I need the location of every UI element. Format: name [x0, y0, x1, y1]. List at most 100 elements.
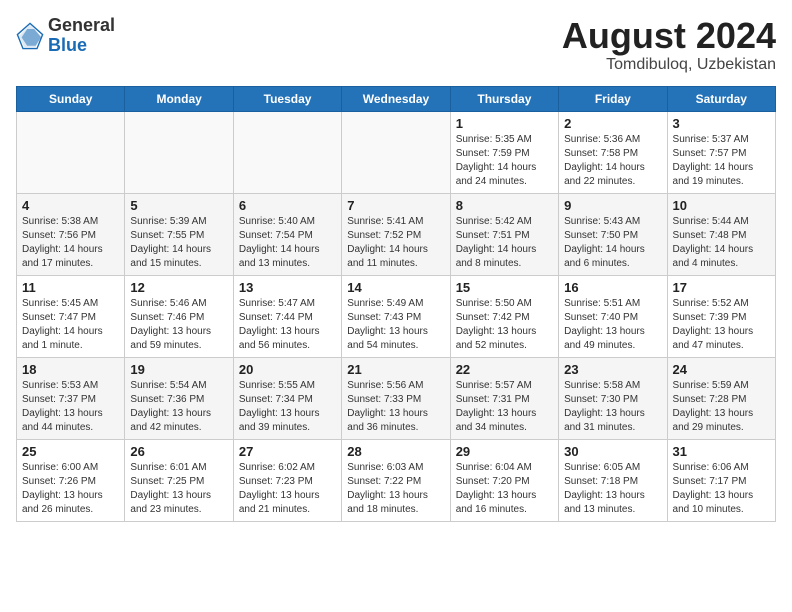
calendar-header-row: SundayMondayTuesdayWednesdayThursdayFrid… — [17, 86, 776, 111]
calendar-week-1: 1 Sunrise: 5:35 AM Sunset: 7:59 PM Daylig… — [17, 111, 776, 193]
logo-text: General Blue — [48, 16, 115, 56]
day-number: 6 — [239, 198, 336, 213]
day-number: 20 — [239, 362, 336, 377]
day-info: Sunrise: 5:55 AM Sunset: 7:34 PM Dayligh… — [239, 379, 336, 435]
calendar-cell: 19 Sunrise: 5:54 AM Sunset: 7:36 PM Dayli… — [125, 357, 233, 439]
calendar-header-thursday: Thursday — [450, 86, 558, 111]
day-number: 18 — [22, 362, 119, 377]
day-number: 25 — [22, 444, 119, 459]
calendar-cell: 18 Sunrise: 5:53 AM Sunset: 7:37 PM Dayli… — [17, 357, 125, 439]
logo: General Blue — [16, 16, 115, 56]
day-info: Sunrise: 5:37 AM Sunset: 7:57 PM Dayligh… — [673, 133, 770, 189]
day-info: Sunrise: 5:56 AM Sunset: 7:33 PM Dayligh… — [347, 379, 444, 435]
calendar-cell: 21Sunrise: 5:56 AM Sunset: 7:33 PM Dayli… — [342, 357, 450, 439]
calendar-cell: 28 Sunrise: 6:03 AM Sunset: 7:22 PM Dayli… — [342, 439, 450, 521]
day-number: 29 — [456, 444, 553, 459]
location-subtitle: Tomdibuloq, Uzbekistan — [562, 56, 776, 74]
day-info: Sunrise: 5:49 AM Sunset: 7:43 PM Dayligh… — [347, 297, 444, 353]
day-number: 9 — [564, 198, 661, 213]
calendar-week-3: 11 Sunrise: 5:45 AM Sunset: 7:47 PM Dayli… — [17, 275, 776, 357]
calendar-cell: 31Sunrise: 6:06 AM Sunset: 7:17 PM Dayli… — [667, 439, 775, 521]
page-header: General Blue August 2024 Tomdibuloq, Uzb… — [16, 16, 776, 74]
calendar-cell: 30 Sunrise: 6:05 AM Sunset: 7:18 PM Dayli… — [559, 439, 667, 521]
day-info: Sunrise: 5:38 AM Sunset: 7:56 PM Dayligh… — [22, 215, 119, 271]
day-number: 19 — [130, 362, 227, 377]
day-number: 5 — [130, 198, 227, 213]
calendar-week-4: 18 Sunrise: 5:53 AM Sunset: 7:37 PM Dayli… — [17, 357, 776, 439]
day-number: 15 — [456, 280, 553, 295]
calendar-cell: 11 Sunrise: 5:45 AM Sunset: 7:47 PM Dayli… — [17, 275, 125, 357]
day-number: 7 — [347, 198, 444, 213]
calendar-cell: 3 Sunrise: 5:37 AM Sunset: 7:57 PM Daylig… — [667, 111, 775, 193]
day-info: Sunrise: 5:59 AM Sunset: 7:28 PM Dayligh… — [673, 379, 770, 435]
calendar-header-tuesday: Tuesday — [233, 86, 341, 111]
calendar-week-2: 4 Sunrise: 5:38 AM Sunset: 7:56 PM Daylig… — [17, 193, 776, 275]
calendar-header-sunday: Sunday — [17, 86, 125, 111]
calendar-cell — [342, 111, 450, 193]
day-number: 28 — [347, 444, 444, 459]
day-info: Sunrise: 5:36 AM Sunset: 7:58 PM Dayligh… — [564, 133, 661, 189]
day-info: Sunrise: 5:46 AM Sunset: 7:46 PM Dayligh… — [130, 297, 227, 353]
calendar-cell: 14Sunrise: 5:49 AM Sunset: 7:43 PM Dayli… — [342, 275, 450, 357]
day-info: Sunrise: 5:54 AM Sunset: 7:36 PM Dayligh… — [130, 379, 227, 435]
day-number: 22 — [456, 362, 553, 377]
day-number: 3 — [673, 116, 770, 131]
day-info: Sunrise: 5:50 AM Sunset: 7:42 PM Dayligh… — [456, 297, 553, 353]
day-info: Sunrise: 5:39 AM Sunset: 7:55 PM Dayligh… — [130, 215, 227, 271]
day-number: 16 — [564, 280, 661, 295]
calendar-table: SundayMondayTuesdayWednesdayThursdayFrid… — [16, 86, 776, 522]
day-info: Sunrise: 5:52 AM Sunset: 7:39 PM Dayligh… — [673, 297, 770, 353]
day-info: Sunrise: 5:35 AM Sunset: 7:59 PM Dayligh… — [456, 133, 553, 189]
calendar-cell — [233, 111, 341, 193]
calendar-cell: 20 Sunrise: 5:55 AM Sunset: 7:34 PM Dayli… — [233, 357, 341, 439]
day-number: 11 — [22, 280, 119, 295]
day-number: 8 — [456, 198, 553, 213]
calendar-cell: 27 Sunrise: 6:02 AM Sunset: 7:23 PM Dayli… — [233, 439, 341, 521]
day-number: 2 — [564, 116, 661, 131]
day-number: 17 — [673, 280, 770, 295]
day-number: 4 — [22, 198, 119, 213]
logo-blue-text: Blue — [48, 36, 115, 56]
calendar-cell: 15 Sunrise: 5:50 AM Sunset: 7:42 PM Dayli… — [450, 275, 558, 357]
day-info: Sunrise: 6:02 AM Sunset: 7:23 PM Dayligh… — [239, 461, 336, 517]
calendar-header-wednesday: Wednesday — [342, 86, 450, 111]
calendar-cell: 5 Sunrise: 5:39 AM Sunset: 7:55 PM Daylig… — [125, 193, 233, 275]
day-number: 27 — [239, 444, 336, 459]
calendar-cell — [125, 111, 233, 193]
day-number: 10 — [673, 198, 770, 213]
day-number: 1 — [456, 116, 553, 131]
calendar-header-saturday: Saturday — [667, 86, 775, 111]
day-info: Sunrise: 6:00 AM Sunset: 7:26 PM Dayligh… — [22, 461, 119, 517]
calendar-cell: 2 Sunrise: 5:36 AM Sunset: 7:58 PM Daylig… — [559, 111, 667, 193]
calendar-cell: 29 Sunrise: 6:04 AM Sunset: 7:20 PM Dayli… — [450, 439, 558, 521]
month-year-title: August 2024 — [562, 16, 776, 56]
calendar-cell: 10Sunrise: 5:44 AM Sunset: 7:48 PM Dayli… — [667, 193, 775, 275]
calendar-cell: 1 Sunrise: 5:35 AM Sunset: 7:59 PM Daylig… — [450, 111, 558, 193]
title-block: August 2024 Tomdibuloq, Uzbekistan — [562, 16, 776, 74]
calendar-cell: 8 Sunrise: 5:42 AM Sunset: 7:51 PM Daylig… — [450, 193, 558, 275]
logo-general-text: General — [48, 16, 115, 36]
day-info: Sunrise: 6:05 AM Sunset: 7:18 PM Dayligh… — [564, 461, 661, 517]
day-info: Sunrise: 5:58 AM Sunset: 7:30 PM Dayligh… — [564, 379, 661, 435]
day-info: Sunrise: 6:03 AM Sunset: 7:22 PM Dayligh… — [347, 461, 444, 517]
calendar-cell: 17 Sunrise: 5:52 AM Sunset: 7:39 PM Dayli… — [667, 275, 775, 357]
day-number: 23 — [564, 362, 661, 377]
day-info: Sunrise: 5:51 AM Sunset: 7:40 PM Dayligh… — [564, 297, 661, 353]
day-number: 30 — [564, 444, 661, 459]
calendar-cell: 16 Sunrise: 5:51 AM Sunset: 7:40 PM Dayli… — [559, 275, 667, 357]
day-number: 24 — [673, 362, 770, 377]
day-info: Sunrise: 5:53 AM Sunset: 7:37 PM Dayligh… — [22, 379, 119, 435]
calendar-cell: 13Sunrise: 5:47 AM Sunset: 7:44 PM Dayli… — [233, 275, 341, 357]
calendar-cell: 4 Sunrise: 5:38 AM Sunset: 7:56 PM Daylig… — [17, 193, 125, 275]
calendar-cell: 6Sunrise: 5:40 AM Sunset: 7:54 PM Daylig… — [233, 193, 341, 275]
day-info: Sunrise: 5:45 AM Sunset: 7:47 PM Dayligh… — [22, 297, 119, 353]
day-info: Sunrise: 5:43 AM Sunset: 7:50 PM Dayligh… — [564, 215, 661, 271]
day-info: Sunrise: 6:04 AM Sunset: 7:20 PM Dayligh… — [456, 461, 553, 517]
day-number: 13 — [239, 280, 336, 295]
calendar-cell — [17, 111, 125, 193]
day-info: Sunrise: 5:42 AM Sunset: 7:51 PM Dayligh… — [456, 215, 553, 271]
calendar-cell: 24 Sunrise: 5:59 AM Sunset: 7:28 PM Dayli… — [667, 357, 775, 439]
day-info: Sunrise: 6:06 AM Sunset: 7:17 PM Dayligh… — [673, 461, 770, 517]
calendar-cell: 23 Sunrise: 5:58 AM Sunset: 7:30 PM Dayli… — [559, 357, 667, 439]
day-number: 26 — [130, 444, 227, 459]
